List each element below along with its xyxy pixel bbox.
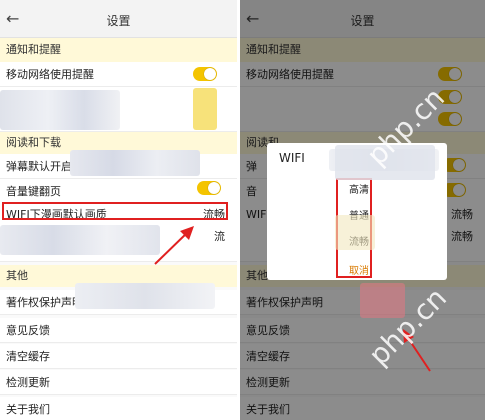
popup-default-label: 弹幕默认开启: [6, 160, 72, 173]
feedback-label: 意见反馈: [6, 324, 50, 337]
mosaic-blur: [70, 150, 200, 176]
top-bar: ← 设置: [0, 0, 237, 38]
check-update-row[interactable]: 检测更新: [0, 370, 237, 395]
mosaic-blur: [193, 88, 217, 130]
about-row[interactable]: 关于我们: [0, 397, 237, 420]
partial-value: 流: [214, 230, 225, 243]
settings-screen-right: ← 设置 通知和提醒 移动网络使用提醒 阅读和 弹 音 WIFI 流畅 流畅 其…: [240, 0, 485, 420]
feedback-row[interactable]: 意见反馈: [0, 318, 237, 343]
section-header-notify: 通知和提醒: [0, 38, 237, 62]
volume-key-flip-label: 音量键翻页: [6, 185, 61, 198]
mosaic-blur: [75, 283, 215, 309]
clear-cache-row[interactable]: 清空缓存: [0, 344, 237, 369]
clear-cache-label: 清空缓存: [6, 350, 50, 363]
mobile-network-reminder-label: 移动网络使用提醒: [6, 68, 94, 81]
red-arrow-icon: [154, 226, 194, 265]
volume-key-flip-toggle[interactable]: [197, 181, 221, 195]
mosaic-blur: [0, 225, 160, 255]
mobile-network-reminder-toggle[interactable]: [193, 67, 217, 81]
page-title: 设置: [106, 14, 131, 28]
check-update-label: 检测更新: [6, 376, 50, 389]
settings-screen-left: ← 设置 通知和提醒 移动网络使用提醒 阅读和下载 弹幕默认开启 音量键翻页 W…: [0, 0, 237, 420]
about-label: 关于我们: [6, 403, 50, 416]
copyright-label: 著作权保护声明: [6, 296, 83, 309]
highlight-box: [2, 202, 228, 220]
dialog-title: WIFI: [279, 151, 305, 165]
mosaic-blur: [0, 90, 120, 130]
mosaic-blur: [335, 215, 375, 250]
